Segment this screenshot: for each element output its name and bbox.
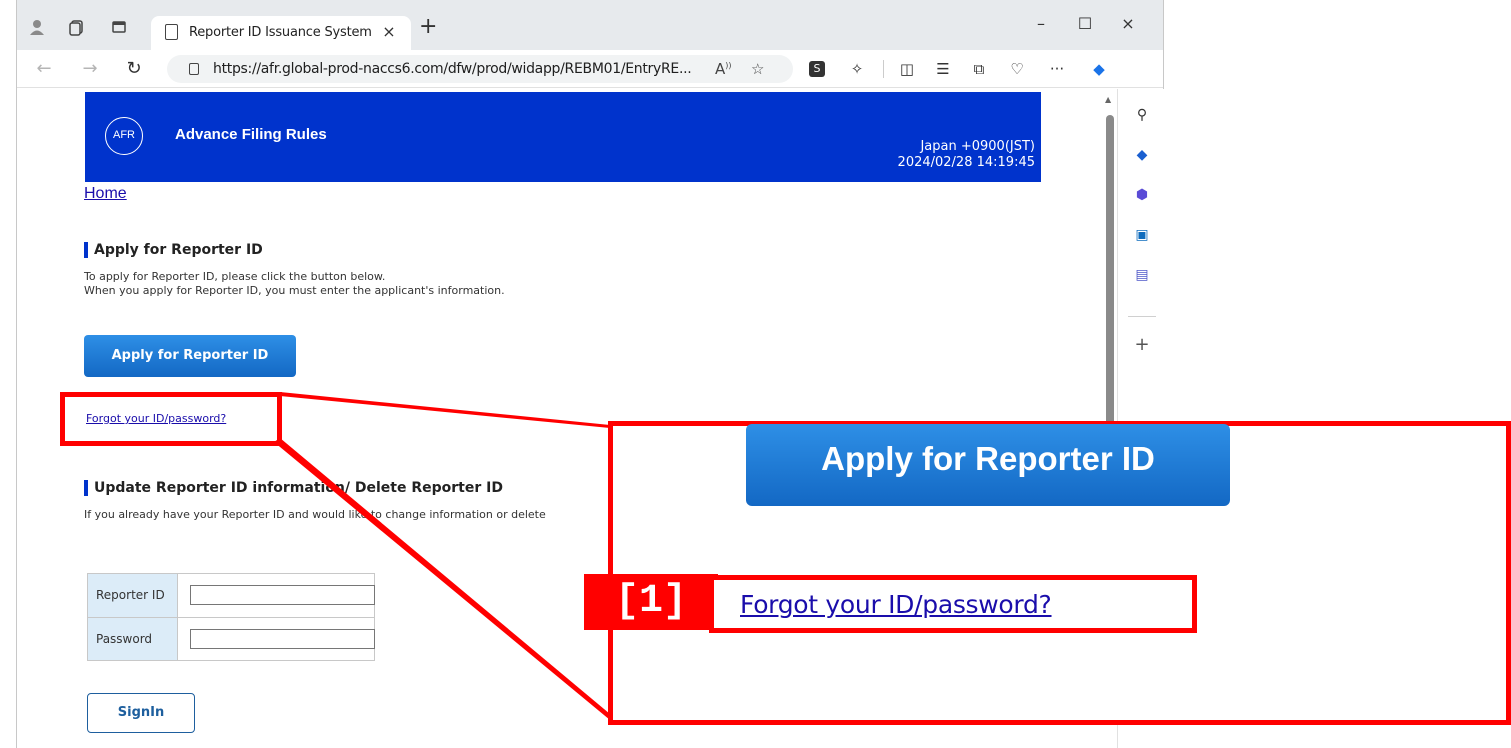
read-aloud-icon[interactable]: A)) (715, 60, 732, 78)
collections-icon[interactable]: ⧉ (969, 59, 989, 79)
password-row: Password (88, 617, 375, 660)
office-icon[interactable]: ⬢ (1132, 185, 1152, 205)
tab-title: Reporter ID Issuance System (189, 25, 372, 40)
signin-button[interactable]: SignIn (87, 693, 195, 733)
browser-toolbar: ← → ↻ https://afr.global-prod-naccs6.com… (17, 50, 1163, 88)
browser-essentials-icon[interactable]: ♡ (1007, 59, 1027, 79)
back-icon[interactable]: ← (33, 58, 55, 80)
search-icon[interactable]: ⚲ (1132, 105, 1152, 125)
outlook-icon[interactable]: ▣ (1132, 225, 1152, 245)
scroll-up-icon[interactable]: ▲ (1105, 95, 1111, 104)
password-label: Password (88, 618, 178, 660)
title-bar: Reporter ID Issuance System × + – ☐ × (17, 0, 1163, 50)
apply-for-reporter-id-button[interactable]: Apply for Reporter ID (84, 335, 296, 377)
zoom-callout-panel: Apply for Reporter ID [1] Forgot your ID… (584, 421, 1511, 725)
apply-instruction-2: When you apply for Reporter ID, you must… (84, 284, 505, 297)
workspaces-icon[interactable] (67, 17, 87, 37)
profile-icon[interactable] (27, 17, 47, 37)
datetime-text: 2024/02/28 14:19:45 (897, 155, 1035, 170)
tab-actions-icon[interactable] (109, 17, 129, 37)
tab-active[interactable]: Reporter ID Issuance System × (151, 16, 411, 50)
site-header: AFR Advance Filing Rules Japan +0900(JST… (85, 92, 1041, 182)
add-sidebar-app-icon[interactable]: + (1132, 335, 1152, 355)
split-screen-icon[interactable]: ◫ (897, 59, 917, 79)
timezone-display: Japan +0900(JST) 2024/02/28 14:19:45 (898, 139, 1035, 171)
reporter-id-input[interactable] (190, 585, 375, 605)
shopping-tag-icon[interactable]: ◆ (1132, 145, 1152, 165)
copilot-icon[interactable]: ◆ (1089, 59, 1109, 79)
reporter-id-label: Reporter ID (88, 574, 178, 617)
restore-button[interactable]: ☐ (1070, 12, 1100, 36)
scroll-thumb[interactable] (1106, 115, 1114, 445)
forgot-link-highlight (60, 392, 282, 446)
screenshot-stage: Reporter ID Issuance System × + – ☐ × ← … (0, 0, 1511, 748)
toolbar-divider (883, 60, 884, 78)
address-bar[interactable]: https://afr.global-prod-naccs6.com/dfw/p… (167, 55, 793, 83)
apply-section-title: Apply for Reporter ID (84, 242, 263, 258)
refresh-icon[interactable]: ↻ (123, 58, 145, 80)
site-title: Advance Filing Rules (175, 126, 327, 143)
lock-icon (189, 63, 199, 75)
page-icon (165, 24, 178, 40)
update-section-title: Update Reporter ID information/ Delete R… (84, 480, 503, 496)
zoomed-apply-button: Apply for Reporter ID (746, 424, 1230, 506)
reporter-id-row: Reporter ID (88, 574, 375, 617)
home-link[interactable]: Home (84, 185, 127, 203)
sidebar-divider (1128, 316, 1156, 317)
more-menu-icon[interactable]: ··· (1047, 59, 1067, 79)
tab-close-icon[interactable]: × (379, 22, 399, 42)
signin-form: Reporter ID Password (87, 573, 375, 661)
new-tab-button[interactable]: + (419, 16, 437, 38)
forward-icon[interactable]: → (79, 58, 101, 80)
favorites-icon[interactable]: ☰ (933, 59, 953, 79)
extensions-icon[interactable]: ✧ (847, 59, 867, 79)
update-instruction: If you already have your Reporter ID and… (84, 508, 546, 521)
password-input[interactable] (190, 629, 375, 649)
teams-icon[interactable]: ▤ (1132, 265, 1152, 285)
timezone-text: Japan +0900(JST) (920, 139, 1035, 154)
step-label: [1] (584, 574, 718, 630)
zoomed-forgot-link: Forgot your ID/password? (740, 590, 1052, 619)
url-text: https://afr.global-prod-naccs6.com/dfw/p… (213, 61, 692, 77)
afr-logo: AFR (105, 117, 143, 155)
close-window-button[interactable]: × (1113, 12, 1143, 36)
apply-instruction-1: To apply for Reporter ID, please click t… (84, 270, 386, 283)
favorite-star-icon[interactable]: ☆ (751, 60, 764, 78)
minimize-button[interactable]: – (1026, 12, 1056, 36)
extension-s-icon[interactable]: S (809, 61, 825, 77)
